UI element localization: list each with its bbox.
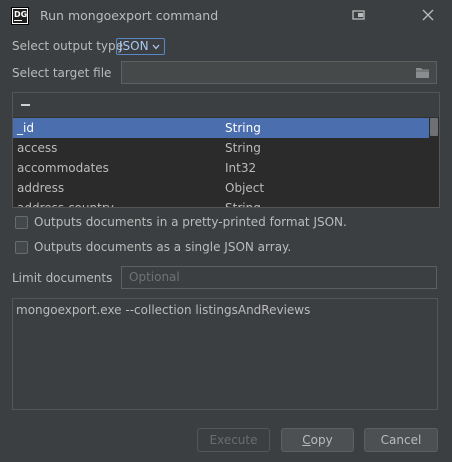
vertical-scrollbar[interactable]: [430, 118, 438, 206]
folder-icon[interactable]: [415, 66, 430, 79]
field-type: Int32: [225, 161, 257, 175]
output-type-value: JSON: [119, 39, 149, 53]
field-name: address.country: [17, 198, 114, 207]
pretty-print-checkbox[interactable]: [15, 215, 28, 229]
restore-window-icon[interactable]: [351, 7, 367, 23]
app-logo: DG: [11, 7, 29, 25]
field-name: address: [17, 181, 65, 195]
table-row[interactable]: address.country String: [13, 198, 429, 207]
field-name: accommodates: [17, 161, 109, 175]
field-name: _id: [17, 121, 34, 135]
field-name: access: [17, 141, 58, 155]
window-title: Run mongoexport command: [40, 8, 219, 23]
field-type: Object: [225, 181, 265, 195]
field-type: String: [225, 198, 261, 207]
fields-panel: _id String access String accommodates In…: [12, 92, 440, 208]
table-row[interactable]: _id String: [13, 118, 429, 138]
table-row[interactable]: accommodates Int32: [13, 158, 429, 178]
table-row[interactable]: address Object: [13, 178, 429, 198]
output-type-label: Select output type: [12, 39, 124, 53]
scrollbar-thumb[interactable]: [430, 118, 438, 136]
fields-toolbar: [13, 93, 439, 118]
pretty-print-option[interactable]: Outputs documents in a pretty-printed fo…: [15, 215, 347, 229]
target-file-input[interactable]: [121, 61, 437, 84]
json-array-label: Outputs documents as a single JSON array…: [34, 240, 292, 254]
json-array-option[interactable]: Outputs documents as a single JSON array…: [15, 240, 291, 254]
logo-text: DG: [14, 10, 28, 19]
limit-input[interactable]: Optional: [121, 266, 437, 289]
limit-label: Limit documents: [12, 271, 113, 285]
close-icon[interactable]: [420, 7, 436, 23]
minus-icon: [20, 104, 30, 106]
copy-button[interactable]: Copy: [281, 428, 354, 452]
json-array-checkbox[interactable]: [15, 240, 28, 254]
field-type: String: [225, 141, 261, 155]
cancel-button[interactable]: Cancel: [364, 428, 438, 452]
copy-mnemonic: C: [302, 433, 311, 447]
chevron-down-icon: [152, 44, 160, 49]
copy-label-rest: opy: [310, 433, 333, 447]
field-type: String: [225, 121, 261, 135]
output-type-select[interactable]: JSON: [116, 38, 165, 55]
fields-table: _id String access String accommodates In…: [13, 118, 429, 207]
execute-button[interactable]: Execute: [197, 428, 270, 452]
command-text-area[interactable]: mongoexport.exe --collection listingsAnd…: [12, 298, 438, 410]
target-file-label: Select target file: [12, 66, 112, 80]
table-row[interactable]: access String: [13, 138, 429, 158]
logo-mark: DG: [13, 9, 27, 23]
remove-field-button[interactable]: [17, 97, 33, 113]
pretty-print-label: Outputs documents in a pretty-printed fo…: [34, 215, 347, 229]
